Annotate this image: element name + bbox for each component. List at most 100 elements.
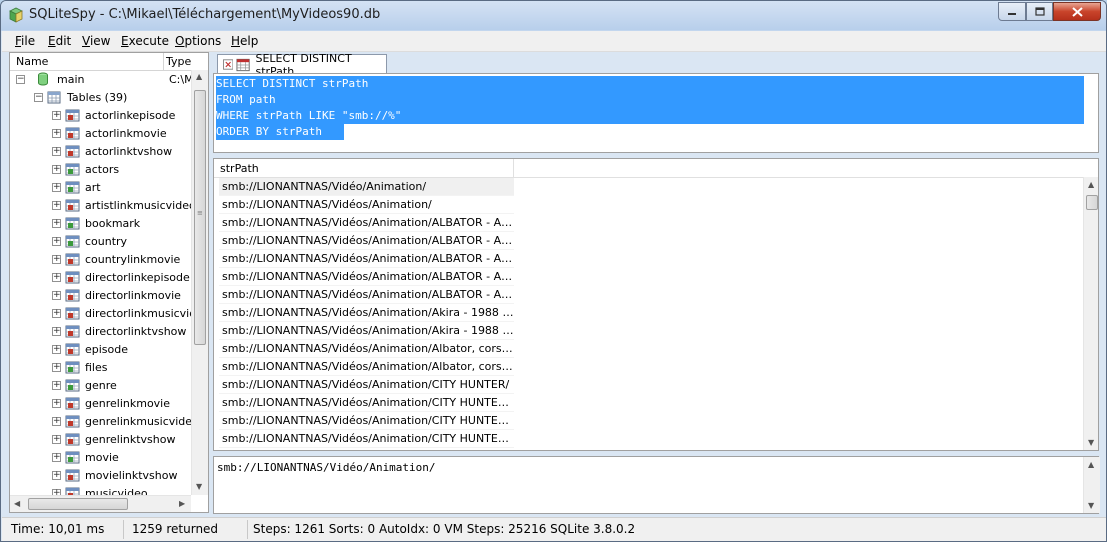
sql-editor[interactable]: SELECT DISTINCT strPath FROM path WHERE … <box>213 73 1099 153</box>
table-row[interactable]: smb://LIONANTNAS/Vidéos/Animation/Akira … <box>219 304 514 322</box>
expand-icon[interactable]: + <box>52 200 61 210</box>
scroll-up-icon[interactable]: ▲ <box>196 72 202 81</box>
tree-column-type[interactable]: Type <box>166 55 191 68</box>
table-row[interactable]: smb://LIONANTNAS/Vidéos/Animation/ALBATO… <box>219 250 514 268</box>
table-row[interactable]: smb://LIONANTNAS/Vidéos/Animation/ALBATO… <box>219 268 514 286</box>
expand-icon[interactable]: + <box>52 146 61 156</box>
tree-item-table[interactable]: + actors <box>52 160 119 178</box>
tree-item-table[interactable]: + directorlinktvshow <box>52 322 186 340</box>
query-tab[interactable]: SELECT DISTINCT strPath <box>217 52 387 78</box>
expand-icon[interactable]: + <box>52 380 61 390</box>
maximize-button[interactable] <box>1026 2 1053 21</box>
table-row[interactable]: smb://LIONANTNAS/Vidéos/Animation/CITY H… <box>219 394 514 412</box>
expand-icon[interactable]: + <box>52 272 61 282</box>
tree-item-table[interactable]: + genre <box>52 376 117 394</box>
expand-icon[interactable]: + <box>52 218 61 228</box>
tree-item-table[interactable]: + files <box>52 358 107 376</box>
column-divider[interactable] <box>513 159 514 177</box>
close-tab-icon[interactable] <box>223 59 234 70</box>
scroll-up-icon[interactable]: ▲ <box>1088 180 1094 189</box>
scrollbar-thumb[interactable] <box>28 498 128 510</box>
expand-icon[interactable]: + <box>52 452 61 462</box>
results-vertical-scrollbar[interactable]: ▲ ▼ <box>1083 177 1098 450</box>
collapse-icon[interactable]: − <box>34 92 43 102</box>
tree-item-table[interactable]: + actorlinkmovie <box>52 124 167 142</box>
table-row[interactable]: smb://LIONANTNAS/Vidéos/Animation/ <box>219 196 514 214</box>
menu-help[interactable]: Help <box>231 34 258 48</box>
tree-horizontal-scrollbar[interactable]: ◀ ▶ <box>10 495 191 512</box>
tree-item-table[interactable]: + episode <box>52 340 128 358</box>
scroll-up-icon[interactable]: ▲ <box>1088 460 1094 469</box>
status-divider <box>247 520 248 539</box>
tree-item-table[interactable]: + actorlinktvshow <box>52 142 172 160</box>
tree-vertical-scrollbar[interactable]: ▲ ≡ ▼ <box>191 70 208 495</box>
tree-item-table[interactable]: + actorlinkepisode <box>52 106 175 124</box>
table-row[interactable]: smb://LIONANTNAS/Vidéos/Animation/Albato… <box>219 358 514 376</box>
detail-vertical-scrollbar[interactable]: ▲ ▼ <box>1083 457 1100 513</box>
scrollbar-thumb[interactable] <box>1086 195 1098 210</box>
scroll-down-icon[interactable]: ▼ <box>196 482 202 491</box>
table-row[interactable]: smb://LIONANTNAS/Vidéos/Animation/ALBATO… <box>219 286 514 304</box>
table-row[interactable]: smb://LIONANTNAS/Vidéos/Animation/CITY H… <box>219 430 514 448</box>
scroll-right-icon[interactable]: ▶ <box>179 499 185 508</box>
scrollbar-thumb[interactable]: ≡ <box>194 90 206 345</box>
tree-item-table[interactable]: + directorlinkmovie <box>52 286 181 304</box>
expand-icon[interactable]: + <box>52 398 61 408</box>
menu-file[interactable]: File <box>15 34 35 48</box>
tree-item-table[interactable]: + genrelinkmovie <box>52 394 170 412</box>
menu-execute[interactable]: Execute <box>121 34 169 48</box>
tree-body: − main C:\Mi − Tables (39) + actorlinkepi… <box>10 70 191 495</box>
cell-detail-pane[interactable]: smb://LIONANTNAS/Vidéo/Animation/ ▲ ▼ <box>213 456 1100 514</box>
tree-item-table[interactable]: + movie <box>52 448 119 466</box>
tree-node-database[interactable]: − main C:\Mi <box>16 70 191 88</box>
menu-edit[interactable]: Edit <box>48 34 71 48</box>
tree-item-table[interactable]: + bookmark <box>52 214 140 232</box>
menu-view[interactable]: View <box>82 34 110 48</box>
minimize-button[interactable] <box>998 2 1026 21</box>
scroll-down-icon[interactable]: ▼ <box>1088 501 1094 510</box>
table-row[interactable]: smb://LIONANTNAS/Vidéos/Animation/CITY H… <box>219 412 514 430</box>
sql-line: SELECT DISTINCT strPath <box>216 77 369 90</box>
expand-icon[interactable]: + <box>52 164 61 174</box>
expand-icon[interactable]: + <box>52 344 61 354</box>
tree-item-table[interactable]: + directorlinkepisode <box>52 268 190 286</box>
tree-item-table[interactable]: + movielinktvshow <box>52 466 178 484</box>
close-button[interactable] <box>1053 2 1101 21</box>
expand-icon[interactable]: + <box>52 182 61 192</box>
table-row[interactable]: smb://LIONANTNAS/Vidéos/Animation/ALBATO… <box>219 214 514 232</box>
expand-icon[interactable]: + <box>52 326 61 336</box>
tree-item-table[interactable]: + musicvideo <box>52 484 148 495</box>
scroll-left-icon[interactable]: ◀ <box>14 499 20 508</box>
tree-item-table[interactable]: + art <box>52 178 101 196</box>
collapse-icon[interactable]: − <box>16 74 25 84</box>
expand-icon[interactable]: + <box>52 236 61 246</box>
menu-options[interactable]: Options <box>175 34 221 48</box>
expand-icon[interactable]: + <box>52 254 61 264</box>
tree-node-tables[interactable]: − Tables (39) <box>34 88 127 106</box>
tree-item-table[interactable]: + artistlinkmusicvideo <box>52 196 191 214</box>
table-icon <box>65 235 80 247</box>
tree-item-table[interactable]: + directorlinkmusicvideo <box>52 304 191 322</box>
scroll-down-icon[interactable]: ▼ <box>1088 438 1094 447</box>
tree-column-name[interactable]: Name <box>16 55 48 68</box>
expand-icon[interactable]: + <box>52 308 61 318</box>
table-row[interactable]: smb://LIONANTNAS/Vidéos/Animation/Akira … <box>219 322 514 340</box>
table-row[interactable]: smb://LIONANTNAS/Vidéos/Animation/Albato… <box>219 340 514 358</box>
tree-item-table[interactable]: + countrylinkmovie <box>52 250 180 268</box>
column-header-strpath[interactable]: strPath <box>220 162 259 175</box>
table-row[interactable]: smb://LIONANTNAS/Vidéos/Animation/CITY H… <box>219 376 514 394</box>
tree-item-table[interactable]: + genrelinktvshow <box>52 430 175 448</box>
table-row[interactable]: smb://LIONANTNAS/Vidéos/Animation/ALBATO… <box>219 232 514 250</box>
expand-icon[interactable]: + <box>52 416 61 426</box>
column-divider[interactable] <box>163 53 164 70</box>
tree-item-table[interactable]: + genrelinkmusicvideo <box>52 412 191 430</box>
tree-item-table[interactable]: + country <box>52 232 127 250</box>
title-bar[interactable]: SQLiteSpy - C:\Mikael\Téléchargement\MyV… <box>1 1 1106 30</box>
expand-icon[interactable]: + <box>52 290 61 300</box>
table-row[interactable]: smb://LIONANTNAS/Vidéo/Animation/ <box>219 178 514 196</box>
expand-icon[interactable]: + <box>52 362 61 372</box>
expand-icon[interactable]: + <box>52 470 61 480</box>
expand-icon[interactable]: + <box>52 128 61 138</box>
expand-icon[interactable]: + <box>52 110 61 120</box>
expand-icon[interactable]: + <box>52 434 61 444</box>
